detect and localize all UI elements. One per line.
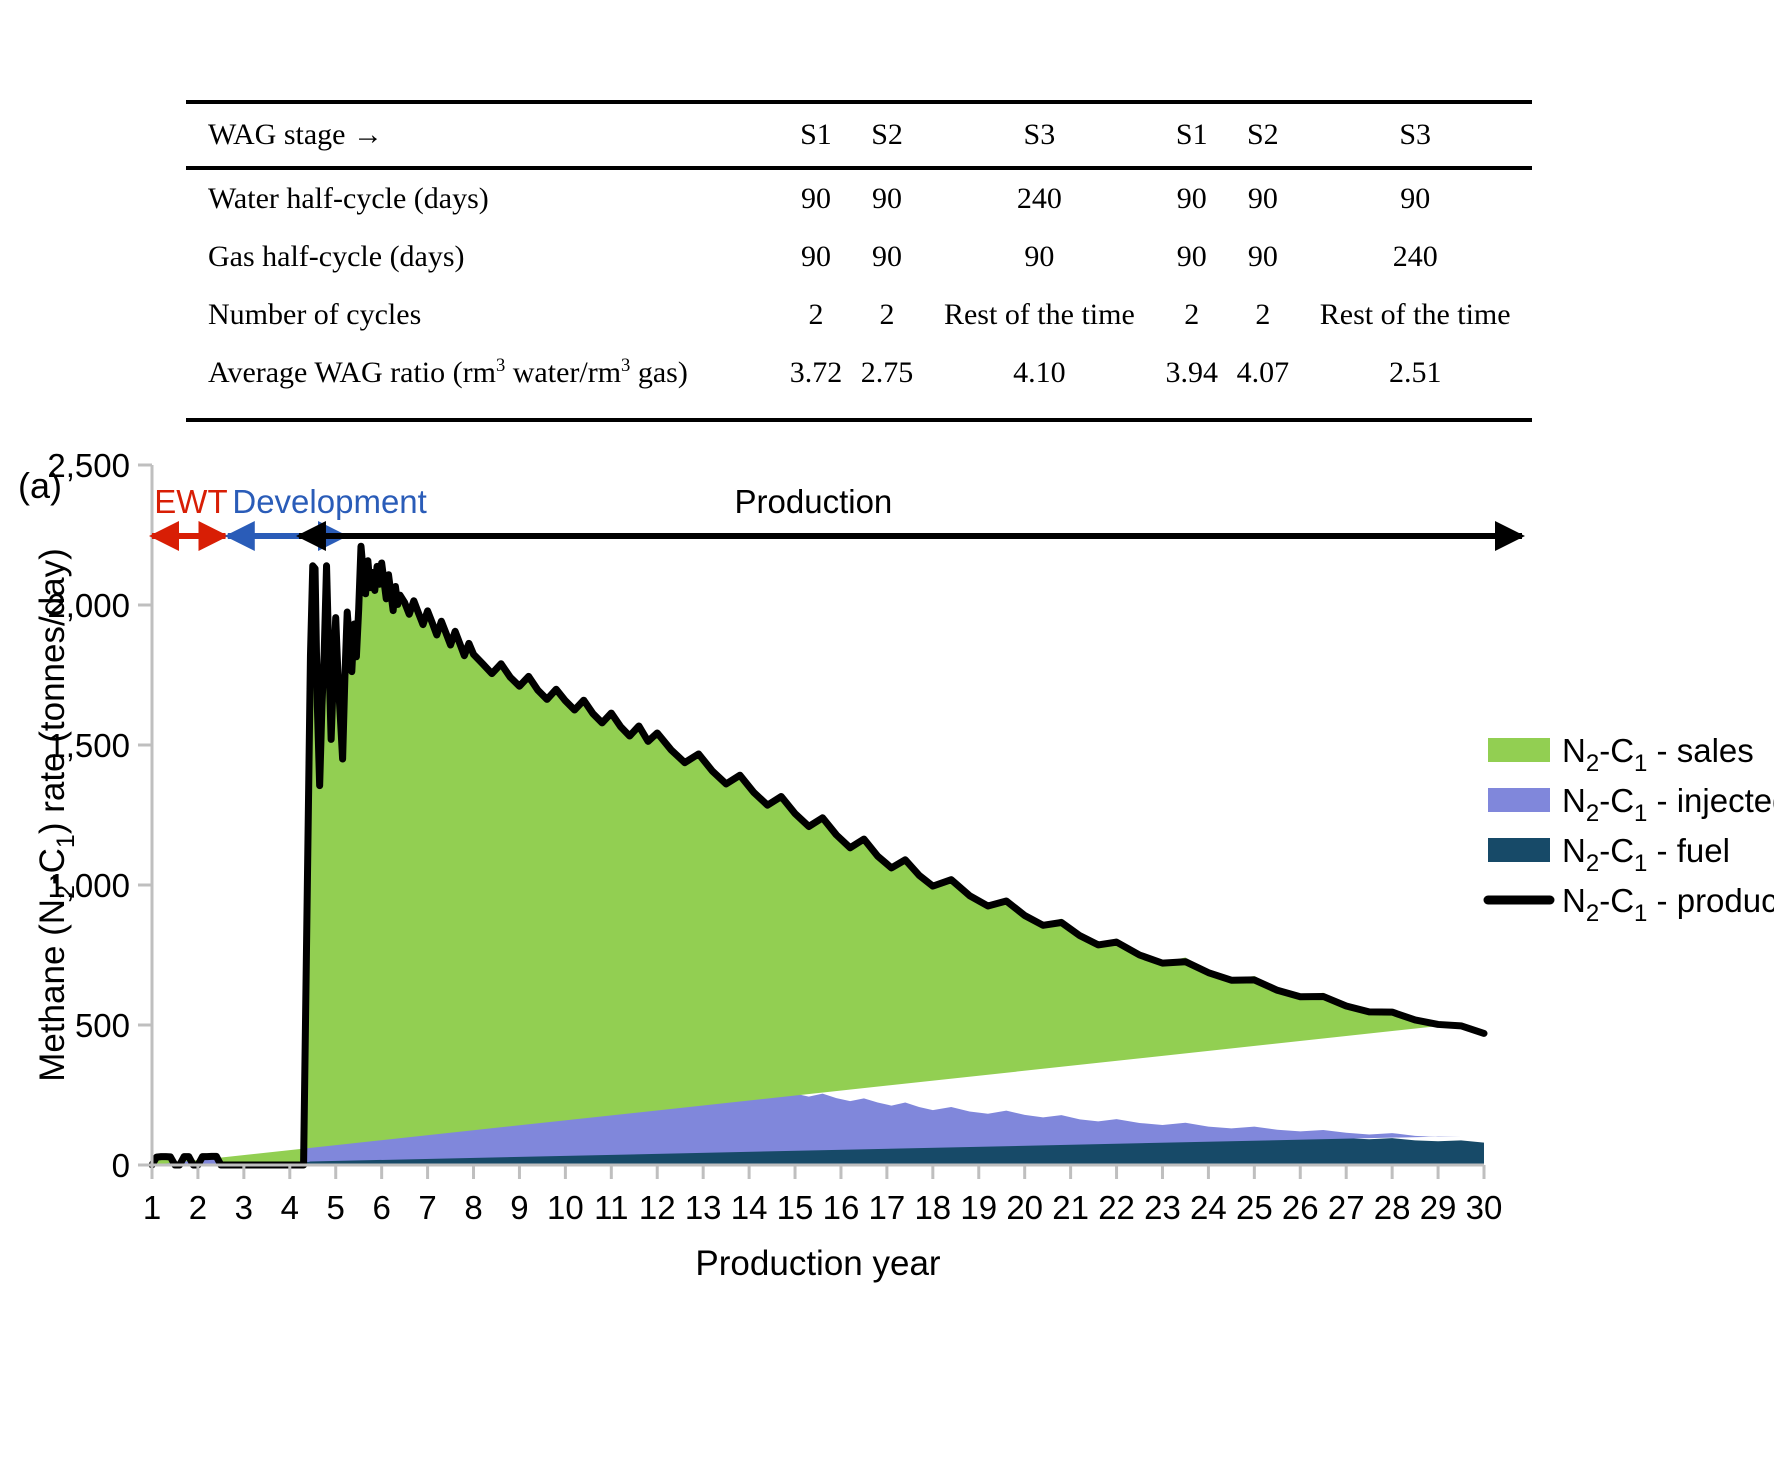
cell: 2: [1184, 298, 1200, 331]
cell: 90: [1024, 240, 1055, 273]
cell: 90: [1247, 240, 1278, 273]
legend-label-fuel: N2-C1 - fuel: [1562, 832, 1730, 877]
cell: 90: [800, 240, 831, 273]
x-axis-tick-label: 21: [1052, 1189, 1089, 1226]
cell: 2.75: [860, 356, 914, 389]
cell: 3.72: [789, 356, 843, 389]
cell: 90: [872, 240, 903, 273]
table-row: Water half-cycle (days) 90 90 240 90 90 …: [186, 168, 1532, 228]
wag-parameters-table: WAG stage → S1 S2 S3 S1 S2 S3 Water half…: [186, 100, 1532, 406]
table-header-stage: S3: [1023, 118, 1056, 151]
x-axis-tick-label: 19: [960, 1189, 997, 1226]
wag-parameters-table-wrapper: WAG stage → S1 S2 S3 S1 S2 S3 Water half…: [186, 100, 1532, 406]
table-header-stage: S2: [871, 118, 903, 151]
cell: 90: [1247, 182, 1278, 215]
legend-label-injected: N2-C1 - injected: [1562, 782, 1774, 827]
table-row: Average WAG ratio (rm3 water/rm3 gas) 3.…: [186, 344, 1532, 406]
x-axis-tick-label: 26: [1282, 1189, 1319, 1226]
legend-label-produced: N2-C1 - produced: [1562, 882, 1774, 927]
methane-rate-chart-figure: (a) 0 500 1,000 1,500 2,000 2,500 1 2 3 4 5 6 7 8 9 10 1…: [0, 440, 1774, 1466]
phase-label-development: Development: [232, 483, 426, 520]
x-axis-tick-label: 8: [464, 1189, 482, 1226]
cell: 240: [1016, 182, 1062, 215]
x-axis-tick-label: 18: [914, 1189, 951, 1226]
table-header-stage: S1: [1175, 118, 1208, 151]
phase-label-production: Production: [735, 483, 893, 520]
cell: 90: [1176, 240, 1207, 273]
table-header-row: WAG stage → S1 S2 S3 S1 S2 S3: [186, 102, 1532, 168]
x-axis-tick-label: 29: [1420, 1189, 1457, 1226]
cell: 240: [1392, 240, 1438, 273]
table-bottom-rule: [186, 418, 1532, 422]
cell: 3.94: [1165, 356, 1218, 389]
x-axis-tick-label: 30: [1466, 1189, 1503, 1226]
row-label: Water half-cycle (days): [208, 182, 489, 215]
x-axis-tick-label: 23: [1144, 1189, 1181, 1226]
y-axis-tick-label: 0: [112, 1147, 130, 1184]
table-header-stage: S2: [1246, 118, 1279, 151]
table-header-stage: S3: [1399, 118, 1432, 151]
cell: Rest of the time: [943, 298, 1135, 331]
cell: 2: [879, 298, 895, 331]
cell: 90: [800, 182, 831, 215]
cell: 4.07: [1236, 356, 1290, 389]
row-label: Gas half-cycle (days): [208, 240, 465, 273]
x-axis-tick-label: 14: [731, 1189, 768, 1226]
table-header-stage: S1: [800, 118, 832, 151]
x-axis-tick-label: 22: [1098, 1189, 1135, 1226]
cell: Rest of the time: [1319, 298, 1511, 331]
x-axis-tick-label: 16: [823, 1189, 860, 1226]
x-axis-tick-label: 12: [639, 1189, 676, 1226]
x-axis-tick-label: 10: [547, 1189, 584, 1226]
x-axis-tick-label: 17: [869, 1189, 906, 1226]
cell: 2.51: [1388, 356, 1442, 389]
x-axis-title: Production year: [695, 1244, 940, 1283]
table-row: Number of cycles 2 2 Rest of the time 2 …: [186, 286, 1532, 344]
x-axis-tick-label: 11: [594, 1189, 628, 1226]
x-axis-tick-label: 7: [418, 1189, 436, 1226]
legend-swatch-fuel: [1488, 838, 1550, 862]
x-axis-tick-label: 2: [189, 1189, 207, 1226]
table-row: Gas half-cycle (days) 90 90 90 90 90 240: [186, 228, 1532, 286]
x-axis-tick-label: 4: [281, 1189, 299, 1226]
cell: 90: [1176, 182, 1207, 215]
x-axis-tick-label: 3: [235, 1189, 253, 1226]
phase-label-ewt: EWT: [154, 483, 227, 520]
legend-swatch-injected: [1488, 788, 1550, 812]
row-label: Number of cycles: [208, 298, 422, 331]
table-header-label: WAG stage →: [208, 118, 383, 151]
x-axis-tick-label: 6: [372, 1189, 390, 1226]
y-axis-title: Methane (N2-C1) rate (tonnes/day): [33, 548, 80, 1082]
x-axis-tick-label: 13: [685, 1189, 722, 1226]
cell: 2: [808, 298, 824, 331]
x-axis-tick-label: 9: [510, 1189, 528, 1226]
x-axis-tick-label: 24: [1190, 1189, 1227, 1226]
row-label: Average WAG ratio (rm3 water/rm3 gas): [208, 355, 688, 389]
x-axis-tick-label: 20: [1006, 1189, 1043, 1226]
legend-swatch-sales: [1488, 738, 1550, 762]
x-axis-tick-label: 1: [143, 1189, 161, 1226]
x-axis-tick-label: 25: [1236, 1189, 1273, 1226]
x-axis-tick-label: 15: [777, 1189, 814, 1226]
cell: 90: [872, 182, 903, 215]
cell: 2: [1255, 298, 1271, 331]
chart-canvas: 05001,0001,5002,0002,5001 2 3 4 5 6 7 8 9 10 11 12 1…: [33, 447, 1774, 1283]
x-axis-tick-label: 27: [1328, 1189, 1365, 1226]
cell: 4.10: [1013, 356, 1066, 389]
x-axis-tick-label: 5: [327, 1189, 345, 1226]
y-axis-tick-label: 500: [75, 1007, 130, 1044]
x-axis-tick-label: 28: [1374, 1189, 1411, 1226]
cell: 90: [1400, 182, 1431, 215]
legend-label-sales: N2-C1 - sales: [1562, 732, 1754, 777]
y-axis-tick-label: 2,500: [47, 447, 130, 484]
